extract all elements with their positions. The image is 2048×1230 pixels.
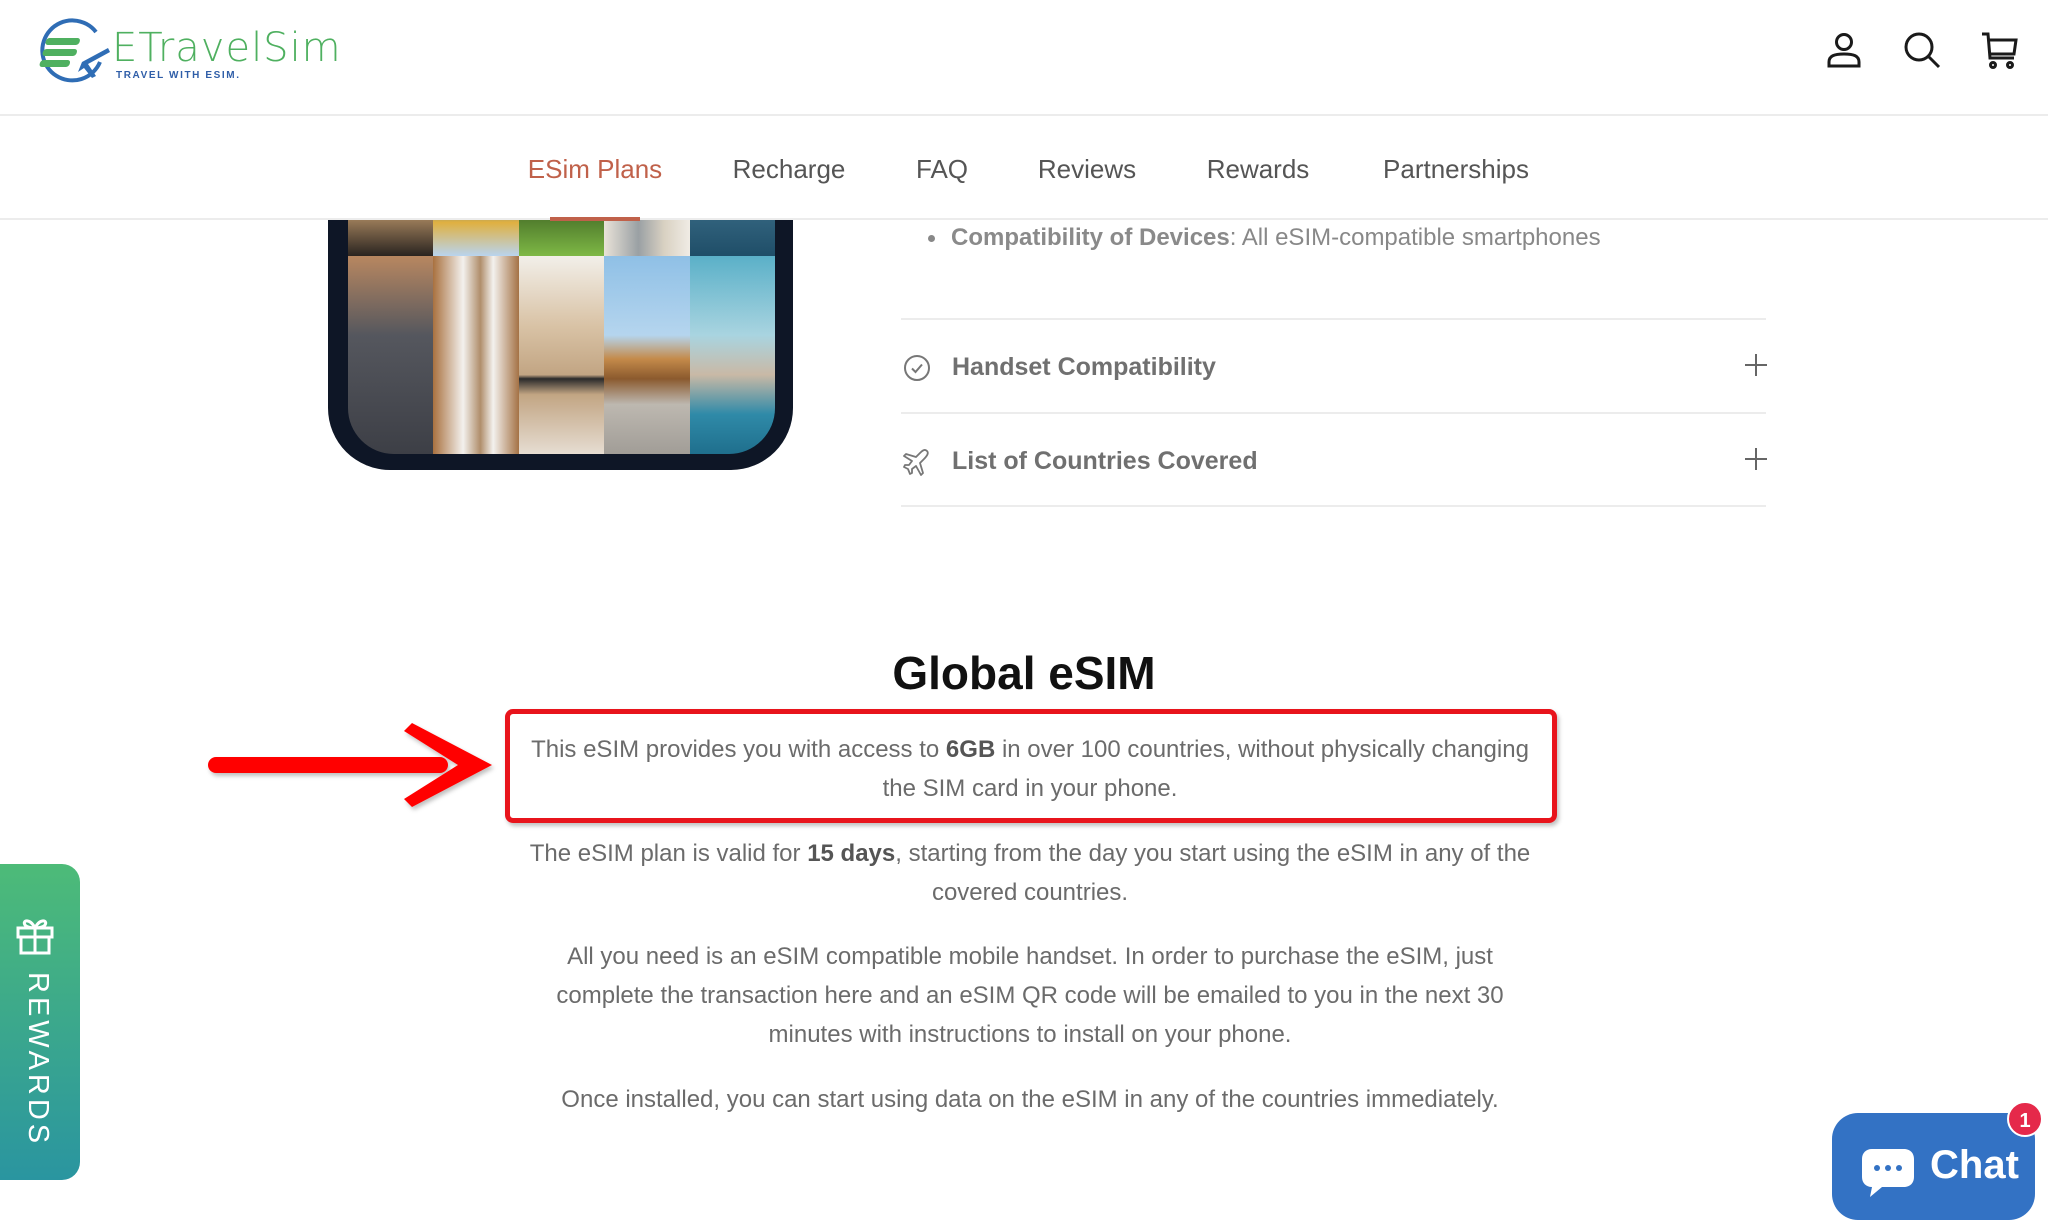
plus-icon[interactable] [1744, 353, 1768, 377]
active-nav-indicator [550, 217, 640, 221]
accordion-countries-covered[interactable]: List of Countries Covered [901, 414, 1768, 506]
data-amount: 6GB [945, 736, 996, 763]
text-segment: This eSIM provides you with access to [531, 736, 946, 763]
rewards-label: REWARDS [22, 972, 54, 1148]
chat-bubble-icon [1862, 1149, 1914, 1197]
paragraph-data-allowance: This eSIM provides you with access to 6G… [524, 730, 1536, 808]
nav-partnerships[interactable]: Partnerships [1383, 154, 1529, 185]
chat-unread-badge: 1 [2007, 1101, 2043, 1137]
plus-icon[interactable] [1744, 447, 1768, 471]
search-icon[interactable] [1902, 30, 1942, 70]
bullet-icon [928, 235, 935, 243]
validity-period: 15 days [807, 840, 896, 867]
chat-button[interactable]: Chat [1832, 1113, 2035, 1220]
accordion-handset-compatibility[interactable]: Handset Compatibility [901, 320, 1768, 412]
logo[interactable]: ETravelSim TRAVEL WITH ESIM. [38, 18, 341, 88]
text-segment: The eSIM plan is valid for [529, 840, 808, 867]
check-circle-icon [904, 355, 930, 381]
photo-tile-forbidden-city [604, 256, 690, 454]
section-title: Global eSIM [892, 647, 1156, 699]
nav-faq[interactable]: FAQ [916, 154, 968, 185]
red-arrow-annotation-icon [208, 723, 492, 807]
device-compatibility-bullet: Compatibility of Devices: All eSIM-compa… [928, 224, 1601, 252]
gift-icon [16, 919, 54, 955]
bullet-label: Compatibility of Devices [951, 224, 1230, 251]
paragraph-purchase-instructions: All you need is an eSIM compatible mobil… [556, 943, 1504, 1048]
site-header: ETravelSim TRAVEL WITH ESIM. [0, 0, 2048, 116]
rewards-launcher-tab[interactable]: REWARDS [0, 864, 80, 1180]
accordion-label: Handset Compatibility [952, 353, 1216, 381]
cart-icon[interactable] [1980, 30, 2020, 70]
logo-text: ETravelSim [112, 25, 342, 71]
chat-label: Chat [1930, 1143, 2019, 1187]
nav-recharge[interactable]: Recharge [733, 154, 846, 185]
bullet-value: : All eSIM-compatible smartphones [1229, 224, 1601, 251]
nav-reviews[interactable]: Reviews [1038, 154, 1136, 185]
logo-tagline: TRAVEL WITH ESIM. [116, 70, 241, 81]
account-icon[interactable] [1824, 30, 1864, 70]
logo-mark-icon [39, 18, 110, 83]
main-nav: ESim Plans Recharge FAQ Reviews Rewards … [0, 118, 2048, 221]
photo-tile-eiffel [433, 256, 519, 454]
photo-tile-venice [689, 256, 775, 454]
photo-tile-map [518, 256, 605, 454]
text-segment: , starting from the day you start using … [895, 840, 1531, 906]
airplane-icon [903, 449, 929, 476]
accordion-divider [901, 505, 1766, 507]
nav-esim-plans[interactable]: ESim Plans [528, 154, 662, 185]
accordion-label: List of Countries Covered [952, 447, 1258, 475]
paragraph-validity: The eSIM plan is valid for 15 days, star… [524, 834, 1536, 912]
nav-rewards[interactable]: Rewards [1207, 154, 1310, 185]
photo-tile-plaza [348, 256, 434, 454]
paragraph-activation: Once installed, you can start using data… [561, 1086, 1499, 1113]
